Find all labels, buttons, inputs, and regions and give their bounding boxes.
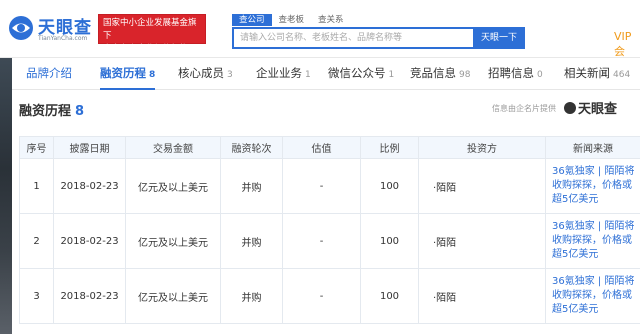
search-button[interactable]: 天眼一下 xyxy=(473,27,525,49)
desktop-background xyxy=(0,58,12,334)
cell-valuation: - xyxy=(282,268,361,324)
tab-label: 融资历程 xyxy=(100,66,146,80)
cell-news-link[interactable]: 36氪独家 | 陌陌将收购探探，价格或超5亿美元 xyxy=(545,268,640,324)
table-header-row: 序号 披露日期 交易金额 融资轮次 估值 比例 投资方 新闻来源 xyxy=(19,136,640,159)
cell-index: 1 xyxy=(19,158,54,214)
col-header-amount: 交易金额 xyxy=(125,136,221,159)
cell-amount: 亿元及以上美元 xyxy=(125,158,221,214)
tab-label: 品牌介绍 xyxy=(26,66,72,80)
cell-valuation: - xyxy=(282,158,361,214)
table-row: 2 2018-02-23 亿元及以上美元 并购 - 100 ·陌陌 36氪独家 … xyxy=(19,213,640,269)
financing-card: 融资历程 8 信息由企名片提供 天眼查 序号 披露日期 交易金额 融资轮次 估值 … xyxy=(12,90,640,334)
tab-label: 核心成员 xyxy=(178,66,224,80)
col-header-date: 披露日期 xyxy=(53,136,126,159)
cell-round: 并购 xyxy=(220,268,283,324)
tab-wechat[interactable]: 微信公众号 1 xyxy=(328,58,394,90)
cell-amount: 亿元及以上美元 xyxy=(125,213,221,269)
tab-count: 3 xyxy=(227,70,233,80)
promo-banner[interactable]: 国家中小企业发展基金旗下 官方备案企业征信机构 xyxy=(98,14,206,54)
col-header-investor: 投资方 xyxy=(418,136,546,159)
tab-news[interactable]: 相关新闻 464 xyxy=(564,58,630,90)
cell-ratio: 100 xyxy=(360,158,419,214)
cell-ratio: 100 xyxy=(360,268,419,324)
tab-label: 企业业务 xyxy=(256,66,302,80)
tab-count: 8 xyxy=(149,70,156,80)
col-header-round: 融资轮次 xyxy=(220,136,283,159)
cell-date: 2018-02-23 xyxy=(53,158,126,214)
col-header-news: 新闻来源 xyxy=(545,136,640,159)
eye-logo-icon xyxy=(564,102,576,114)
col-header-valuation: 估值 xyxy=(282,136,361,159)
cell-investor[interactable]: ·陌陌 xyxy=(418,213,546,269)
cell-round: 并购 xyxy=(220,213,283,269)
tab-brand-intro[interactable]: 品牌介绍 xyxy=(26,58,72,90)
cell-news-link[interactable]: 36氪独家 | 陌陌将收购探探，价格或超5亿美元 xyxy=(545,213,640,269)
search-type-tabs: 查公司 查老板 查关系 xyxy=(232,14,351,26)
search-tab-company[interactable]: 查公司 xyxy=(232,14,272,26)
site-header: 天眼查 TianYanCha.com 国家中小企业发展基金旗下 官方备案企业征信… xyxy=(0,0,640,58)
tab-financing[interactable]: 融资历程 8 xyxy=(100,58,156,90)
tab-count: 464 xyxy=(613,70,631,80)
table-row: 3 2018-02-23 亿元及以上美元 并购 - 100 ·陌陌 36氪独家 … xyxy=(19,268,640,324)
tab-jobs[interactable]: 招聘信息 0 xyxy=(488,58,543,90)
cell-index: 3 xyxy=(19,268,54,324)
cell-round: 并购 xyxy=(220,158,283,214)
source-logo: 天眼查 xyxy=(564,98,617,117)
section-title: 融资历程 8 xyxy=(19,100,84,119)
eye-logo-icon xyxy=(9,16,33,40)
col-header-ratio: 比例 xyxy=(360,136,419,159)
tab-business[interactable]: 企业业务 1 xyxy=(256,58,311,90)
search-tab-relation[interactable]: 查关系 xyxy=(311,14,351,26)
financing-table: 序号 披露日期 交易金额 融资轮次 估值 比例 投资方 新闻来源 1 2018-… xyxy=(19,136,640,324)
tab-count: 1 xyxy=(305,70,311,80)
search-tab-boss[interactable]: 查老板 xyxy=(272,14,312,26)
cell-index: 2 xyxy=(19,213,54,269)
search-input[interactable] xyxy=(234,29,464,47)
cell-news-link[interactable]: 36氪独家 | 陌陌将收购探探，价格或超5亿美元 xyxy=(545,158,640,214)
company-tabs: 品牌介绍 融资历程 8 核心成员 3 企业业务 1 微信公众号 1 竞品信息 98 招聘信… xyxy=(12,58,640,90)
tab-count: 1 xyxy=(388,70,395,80)
tab-label: 微信公众号 xyxy=(328,66,386,80)
tab-label: 招聘信息 xyxy=(488,66,534,80)
search-box: 天眼一下 xyxy=(232,27,525,49)
cell-date: 2018-02-23 xyxy=(53,213,126,269)
tab-label: 相关新闻 xyxy=(564,66,610,80)
tab-core-members[interactable]: 核心成员 3 xyxy=(178,58,233,90)
tab-competitors[interactable]: 竞品信息 98 xyxy=(410,58,470,90)
cell-date: 2018-02-23 xyxy=(53,268,126,324)
section-count: 8 xyxy=(75,104,85,119)
cell-investor[interactable]: ·陌陌 xyxy=(418,158,546,214)
section-title-text: 融资历程 xyxy=(19,104,72,119)
cell-valuation: - xyxy=(282,213,361,269)
site-logo[interactable]: 天眼查 TianYanCha.com xyxy=(8,11,96,47)
data-source-note: 信息由企名片提供 xyxy=(492,104,556,113)
source-logo-text: 天眼查 xyxy=(578,102,618,117)
cell-investor[interactable]: ·陌陌 xyxy=(418,268,546,324)
banner-line-2: 官方备案企业征信机构 xyxy=(103,44,189,54)
col-header-index: 序号 xyxy=(19,136,54,159)
table-row: 1 2018-02-23 亿元及以上美元 并购 - 100 ·陌陌 36氪独家 … xyxy=(19,158,640,214)
cell-ratio: 100 xyxy=(360,213,419,269)
cell-amount: 亿元及以上美元 xyxy=(125,268,221,324)
vip-link[interactable]: VIP会 xyxy=(614,30,640,59)
tab-count: 0 xyxy=(537,70,543,80)
logo-subtitle: TianYanCha.com xyxy=(38,35,88,42)
tab-count: 98 xyxy=(459,70,471,80)
tab-label: 竞品信息 xyxy=(410,66,456,80)
banner-line-1: 国家中小企业发展基金旗下 xyxy=(103,18,197,41)
